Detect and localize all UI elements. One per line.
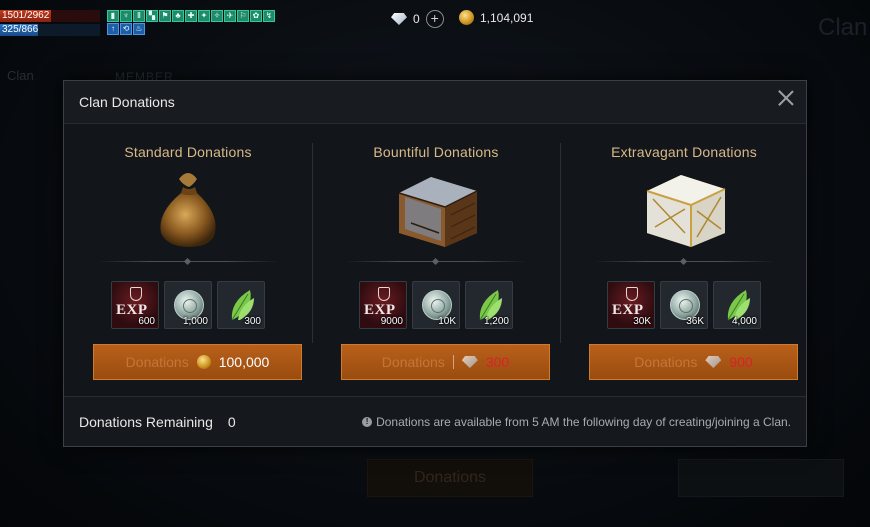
tier-separator [345,261,527,262]
buff-icon[interactable]: ▚ [146,10,158,22]
clan-coin-reward[interactable]: 1,000 [164,281,212,329]
buff-icon[interactable]: ✦ [198,10,210,22]
buff-icon[interactable]: ♆ [120,10,132,22]
reward-amount: 1,000 [182,316,208,327]
tier-name: Extravagant Donations [611,144,757,160]
clan-coin-reward[interactable]: 10K [412,281,460,329]
tier-name: Bountiful Donations [373,144,499,160]
gold-amount: 1,104,091 [480,10,534,25]
gem-icon [391,13,407,25]
gold-currency: 1,104,091 [459,10,533,25]
buff-icon[interactable]: ✈ [224,10,236,22]
clan-exp-reward[interactable]: EXP 9000 [359,281,407,329]
buff-icon[interactable]: ✿ [250,10,262,22]
button-divider [452,355,454,369]
hp-text: 1501/2962 [2,10,50,21]
reward-amount: 30K [633,316,651,327]
gem-amount: 0 [413,12,420,26]
mp-text: 325/866 [2,24,39,35]
buff-icon[interactable]: ♣ [172,10,184,22]
donation-tiers: Standard Donations EXP 600 1,000 300 Don… [64,125,808,390]
standard-donation-button[interactable]: Donations 100,000 [93,344,302,380]
donate-button-label: Donations [125,354,189,370]
clan-exp-reward[interactable]: EXP 600 [111,281,159,329]
clan-exp-reward[interactable]: EXP 30K [607,281,655,329]
gem-icon [461,356,478,368]
gem-currency: 0 + [391,10,444,28]
reward-list: EXP 30K 36K 4,000 [560,281,808,329]
tier-separator [593,261,775,262]
dialog-title: Clan Donations [79,94,175,110]
gold-coin-icon [196,355,211,369]
leaf-reward[interactable]: 1,200 [465,281,513,329]
tier-separator [97,261,279,262]
money-bag-icon [160,173,216,247]
tier-name: Standard Donations [124,144,252,160]
reward-amount: 10K [438,316,456,327]
donations-remaining-value: 0 [227,413,236,430]
shield-icon [378,287,390,301]
reward-amount: 4,000 [731,316,757,327]
tier-standard: Standard Donations EXP 600 1,000 300 Don… [64,125,312,390]
donate-button-label: Donations [381,354,445,370]
buff-icons: ▮ ♆ Ⅱ ▚ ⚑ ♣ ✚ ✦ ✧ ✈ ⚐ ✿ ↯ ↑ ⟲ ♨ [107,10,277,35]
tier-bountiful: Bountiful Donations EXP 9000 10K 1,200 D… [312,125,560,390]
tier-extravagant: Extravagant Donations EXP 30K 36K 4,000 … [560,125,808,390]
wooden-crate-icon [398,177,478,247]
reward-amount: 1,200 [483,316,509,327]
reward-list: EXP 600 1,000 300 [64,281,312,329]
donation-notice: ! Donations are available from 5 AM the … [362,415,791,429]
dialog-header: Clan Donations [64,81,806,124]
buff-icon[interactable]: ⚑ [159,10,171,22]
gilded-chest-icon [646,175,726,247]
donate-button-label: Donations [634,354,698,370]
info-icon: ! [362,416,373,427]
notice-text: Donations are available from 5 AM the fo… [376,414,791,429]
buff-icon[interactable]: ▮ [107,10,119,22]
close-icon[interactable] [776,88,796,108]
buff-icon[interactable]: ⚐ [237,10,249,22]
shield-icon [626,287,638,301]
clan-coin-reward[interactable]: 36K [660,281,708,329]
clan-donations-dialog: Clan Donations Standard Donations EXP 60… [63,80,807,447]
buff-icon[interactable]: Ⅱ [133,10,145,22]
dialog-footer: Donations Remaining 0 ! Donations are av… [64,396,806,446]
bountiful-donation-button[interactable]: Donations 300 [341,344,550,380]
reward-amount: 300 [244,316,261,327]
donations-remaining-label: Donations Remaining [79,413,213,430]
shield-icon [130,287,142,301]
buff-icon[interactable]: ⟲ [120,23,132,35]
leaf-reward[interactable]: 4,000 [713,281,761,329]
donation-cost: 300 [485,354,510,370]
add-gems-plus-icon[interactable]: + [425,10,444,28]
buff-icon[interactable]: ♨ [133,23,145,35]
reward-amount: 36K [686,316,704,327]
extravagant-donation-button[interactable]: Donations 900 [589,344,798,380]
buff-icon[interactable]: ↑ [107,23,119,35]
reward-amount: 600 [138,316,155,327]
reward-list: EXP 9000 10K 1,200 [312,281,560,329]
leaf-reward[interactable]: 300 [217,281,265,329]
buff-icon[interactable]: ✧ [211,10,223,22]
donation-cost: 100,000 [218,354,270,370]
reward-amount: 9000 [380,316,403,327]
gem-icon [705,356,722,368]
buff-icon[interactable]: ↯ [263,10,275,22]
donation-cost: 900 [729,354,753,370]
gold-coin-icon [459,10,474,25]
buff-icon[interactable]: ✚ [185,10,197,22]
